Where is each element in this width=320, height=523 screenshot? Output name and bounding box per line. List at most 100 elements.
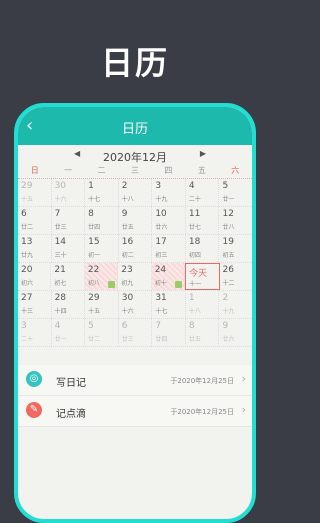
- lunar-date: 十八: [121, 196, 134, 203]
- lunar-date: 廿九: [21, 252, 34, 259]
- day-cell[interactable]: 2 十八: [119, 179, 153, 206]
- day-cell[interactable]: 21 初七: [51, 263, 85, 290]
- day-cell[interactable]: 22 初八: [84, 263, 119, 290]
- day-cell[interactable]: 4 廿一: [52, 319, 86, 346]
- month-navigator: ◀ 2020年12月 ▶: [18, 145, 252, 165]
- day-cell[interactable]: 29 十五: [18, 179, 52, 206]
- weekday-fri: 五: [197, 166, 206, 175]
- lunar-date: 廿七: [188, 224, 201, 231]
- app-title: 日历: [121, 122, 148, 137]
- entry-list-item[interactable]: ✎ 记点滴 于2020年12月25日 ›: [18, 396, 252, 427]
- day-cell[interactable]: 5 廿二: [85, 319, 119, 346]
- lunar-date: 初四: [188, 252, 201, 259]
- lunar-date: 廿五: [188, 336, 201, 343]
- day-cell[interactable]: 2 十九: [219, 291, 252, 318]
- day-cell[interactable]: 18 初四: [186, 235, 220, 262]
- lunar-date: 十七: [155, 308, 168, 315]
- day-number: 23: [121, 265, 133, 275]
- day-cell[interactable]: 3 十九: [152, 179, 186, 206]
- day-cell[interactable]: 6 廿三: [119, 319, 153, 346]
- lunar-date: 初七: [54, 280, 67, 287]
- day-cell[interactable]: 19 初五: [219, 235, 252, 262]
- calendar-week-row: 13 廿九 14 三十 15 初一 16 初二 17 初三 18 初四 19 初五: [18, 235, 252, 263]
- next-month-icon[interactable]: ▶: [200, 149, 206, 158]
- day-cell[interactable]: 14 三十: [52, 235, 86, 262]
- weekday-wed: 三: [130, 166, 139, 175]
- lunar-date: 廿三: [121, 336, 134, 343]
- day-number: 5: [88, 321, 94, 331]
- lunar-date: 十六: [121, 308, 134, 315]
- lunar-date: 初二: [121, 252, 134, 259]
- day-number: 6: [21, 209, 27, 219]
- day-number: 8: [188, 321, 195, 331]
- day-cell[interactable]: 26 十二: [220, 263, 252, 290]
- day-cell[interactable]: 16 初二: [119, 235, 153, 262]
- day-cell[interactable]: 4 二十: [186, 179, 220, 206]
- lunar-date: 廿六: [222, 336, 235, 343]
- pen-icon: ✎: [26, 402, 42, 418]
- day-cell[interactable]: 29 十五: [85, 291, 119, 318]
- day-number: 19: [222, 237, 234, 247]
- day-number: 15: [88, 237, 100, 247]
- calendar-grid: 29 十五 30 十六 1 十七 2 十八 3 十九 4 二十 5 廿一 6 廿二 7 廿三 8 廿四 9 廿五 10 廿六 1…: [18, 179, 252, 347]
- lunar-date: 廿一: [222, 196, 235, 203]
- day-number: 1: [188, 293, 195, 303]
- weekday-sat: 六: [231, 166, 240, 175]
- day-cell[interactable]: 9 廿五: [119, 207, 153, 234]
- day-number: 12: [222, 209, 234, 219]
- day-cell[interactable]: 12 廿八: [219, 207, 252, 234]
- day-cell[interactable]: 15 初一: [85, 235, 119, 262]
- lunar-date: 廿二: [21, 224, 34, 231]
- day-number: 7: [155, 321, 162, 331]
- day-cell[interactable]: 1 十七: [85, 179, 119, 206]
- lunar-date: 廿六: [155, 224, 168, 231]
- day-cell[interactable]: 24 初十: [151, 263, 186, 290]
- entry-date: 于2020年12月25日: [170, 408, 234, 416]
- day-number: 8: [88, 209, 94, 219]
- day-cell[interactable]: 1 十八: [186, 291, 220, 318]
- phone-frame: ‹ 日历 ◀ 2020年12月 ▶ 日 一 二 三 四 五 六 29 十五 30 十六…: [14, 103, 256, 523]
- lunar-date: 十九: [222, 308, 235, 315]
- entry-name: 写日记: [56, 378, 86, 389]
- day-cell[interactable]: 30 十六: [52, 179, 86, 206]
- day-number: 16: [121, 237, 134, 247]
- day-cell[interactable]: 31 十七: [152, 291, 186, 318]
- lunar-date: 初九: [121, 280, 134, 287]
- day-number: 18: [188, 237, 201, 247]
- day-number: 4: [54, 321, 61, 331]
- day-cell[interactable]: 30 十六: [119, 291, 153, 318]
- day-cell[interactable]: 8 廿五: [186, 319, 220, 346]
- day-cell[interactable]: 11 廿七: [186, 207, 220, 234]
- day-cell[interactable]: 3 二十: [18, 319, 52, 346]
- lunar-date: 十一: [189, 281, 202, 288]
- day-cell[interactable]: 5 廿一: [219, 179, 252, 206]
- entry-list: ◎ 写日记 于2020年12月25日 › ✎ 记点滴 于2020年12月25日 ›: [18, 365, 252, 427]
- day-cell[interactable]: 27 十三: [18, 291, 52, 318]
- day-number: 29: [21, 181, 33, 191]
- day-cell[interactable]: 7 廿四: [152, 319, 186, 346]
- weekday-thu: 四: [164, 166, 173, 175]
- day-cell[interactable]: 8 廿四: [85, 207, 119, 234]
- lunar-date: 初十: [154, 280, 167, 287]
- screen-headline: 日历: [100, 44, 169, 82]
- day-cell[interactable]: 17 初三: [152, 235, 186, 262]
- lunar-date: 三十: [54, 252, 67, 259]
- day-cell[interactable]: 20 初六: [18, 263, 52, 290]
- day-cell[interactable]: 7 廿三: [52, 207, 86, 234]
- entry-list-item[interactable]: ◎ 写日记 于2020年12月25日 ›: [18, 365, 252, 396]
- day-number: 14: [54, 237, 67, 247]
- day-cell[interactable]: 23 初九: [118, 263, 152, 290]
- day-number: 9: [222, 321, 229, 331]
- day-cell[interactable]: 6 廿二: [18, 207, 52, 234]
- day-cell-today[interactable]: 今天 十一: [185, 263, 220, 290]
- lunar-date: 二十: [21, 336, 34, 343]
- day-number: 31: [155, 293, 167, 303]
- month-label: 2020年12月: [103, 151, 167, 164]
- day-cell[interactable]: 28 十四: [52, 291, 86, 318]
- day-cell[interactable]: 13 廿九: [18, 235, 52, 262]
- day-cell[interactable]: 9 廿六: [219, 319, 252, 346]
- lunar-date: 廿四: [155, 336, 168, 343]
- day-number: 9: [121, 209, 128, 219]
- lunar-date: 十五: [88, 308, 101, 315]
- day-cell[interactable]: 10 廿六: [152, 207, 186, 234]
